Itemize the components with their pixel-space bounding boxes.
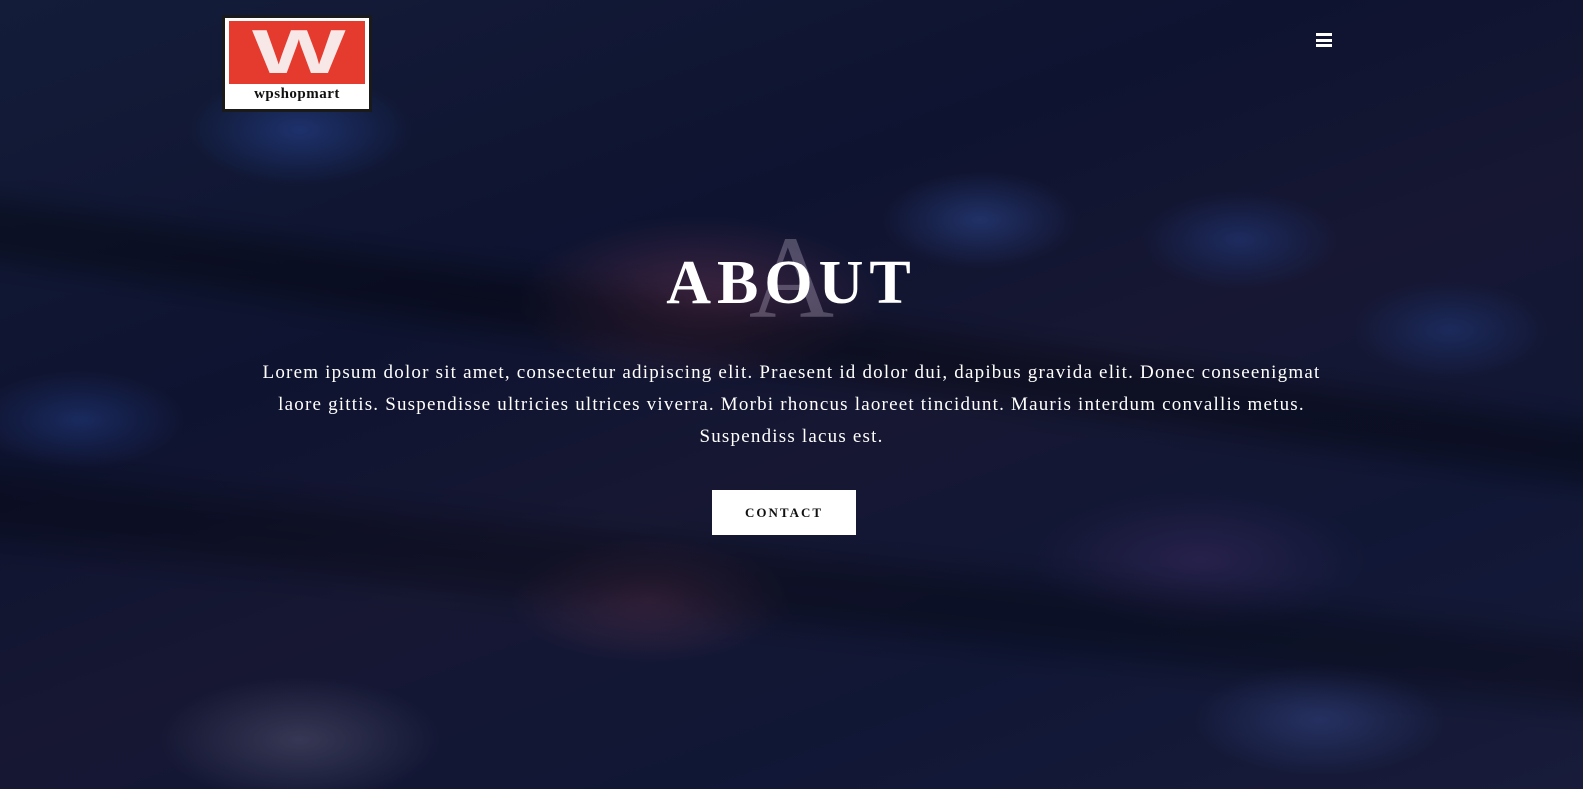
menu-bar (1316, 33, 1332, 36)
menu-bar (1316, 44, 1332, 47)
menu-bar (1316, 38, 1332, 42)
contact-button[interactable]: CONTACT (712, 490, 856, 535)
page-title: ABOUT (666, 249, 917, 317)
logo-frame: W wpshopmart (225, 18, 369, 109)
hamburger-menu-icon[interactable] (1316, 33, 1332, 47)
logo-mark: W (251, 17, 346, 87)
hero-title-block: A ABOUT (0, 218, 1583, 338)
logo-badge: W (229, 21, 365, 84)
site-logo[interactable]: W wpshopmart (222, 15, 372, 112)
hero-description: Lorem ipsum dolor sit amet, consectetur … (262, 362, 1321, 447)
logo-text: wpshopmart (254, 86, 340, 102)
